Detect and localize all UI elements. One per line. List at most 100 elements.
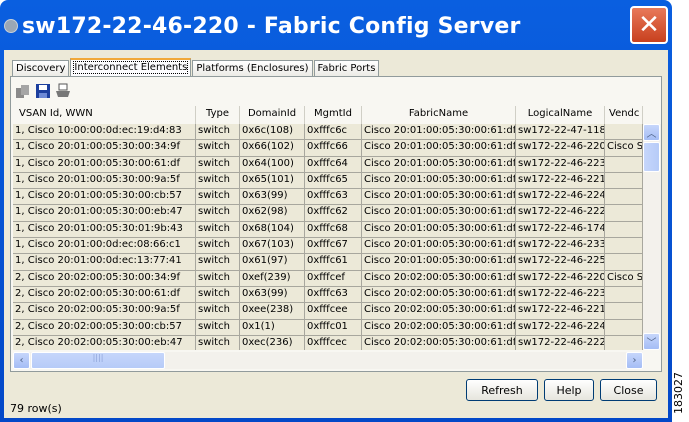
table-cell: 0xfffc63: [305, 286, 362, 303]
table-cell: switch: [196, 172, 240, 189]
dialog-window: sw172-22-46-220 - Fabric Config Server ✕…: [0, 0, 672, 422]
tab-panel: VSAN Id, WWN Type DomainId MgmtId FabricName…: [10, 76, 662, 372]
save-icon[interactable]: [35, 83, 51, 99]
table-cell: [605, 221, 643, 238]
table-cell: 2, Cisco 20:02:00:05:30:00:61:df: [13, 286, 196, 303]
table-cell: 0xef(239): [240, 270, 305, 286]
column-header[interactable]: MgmtId: [305, 106, 362, 124]
table-cell: [605, 286, 643, 303]
column-header[interactable]: LogicalName: [516, 106, 605, 124]
column-header[interactable]: Vendc: [605, 106, 643, 124]
table-row[interactable]: 1, Cisco 20:01:00:05:30:00:cb:57 switch 0x…: [13, 189, 643, 206]
table-row[interactable]: 2, Cisco 20:02:00:05:30:00:cb:57 switch 0x…: [13, 319, 643, 336]
table-cell: 1, Cisco 10:00:00:0d:ec:19:d4:83: [13, 124, 196, 140]
refresh-button[interactable]: Refresh: [466, 379, 538, 401]
table-cell: 0xfffc64: [305, 156, 362, 172]
table-row[interactable]: 1, Cisco 20:01:00:0d:ec:13:77:41 switch 0x…: [13, 254, 643, 271]
tab-platforms-enclosures[interactable]: Platforms (Enclosures): [192, 60, 313, 76]
toolbar: [15, 83, 71, 99]
table-cell: switch: [196, 270, 240, 286]
scroll-left-button[interactable]: ‹: [13, 352, 30, 369]
column-header[interactable]: FabricName: [362, 106, 516, 124]
table-cell: Cisco 20:01:00:05:30:00:61:df: [362, 254, 516, 270]
table-row[interactable]: 2, Cisco 20:02:00:05:30:00:34:9f switch 0x…: [13, 270, 643, 287]
table-cell: 1, Cisco 20:01:00:0d:ec:08:66:c1: [13, 238, 196, 254]
tab-discovery[interactable]: Discovery: [12, 60, 70, 76]
scroll-up-button[interactable]: ︿: [643, 124, 660, 141]
close-button[interactable]: Close: [600, 379, 657, 401]
help-button[interactable]: Help: [544, 379, 594, 401]
table-row[interactable]: 1, Cisco 20:01:00:05:30:00:34:9f switch 0x…: [13, 140, 643, 157]
horizontal-scrollbar[interactable]: ‹ |||| ›: [13, 352, 643, 369]
table-cell: 0xfffc61: [305, 254, 362, 270]
table-cell: sw172-22-46-222: [516, 205, 605, 221]
table-cell: 0x62(98): [240, 205, 305, 221]
table-cell: [605, 254, 643, 270]
table-row[interactable]: 1, Cisco 10:00:00:0d:ec:19:d4:83 switch 0x…: [13, 124, 643, 141]
interconnect-table: VSAN Id, WWN Type DomainId MgmtId FabricName…: [13, 106, 643, 350]
table-cell: 0x68(104): [240, 221, 305, 238]
table-row[interactable]: 2, Cisco 20:02:00:05:30:00:61:df switch 0x…: [13, 286, 643, 304]
window-close-button[interactable]: ✕: [630, 6, 668, 44]
tab-fabric-ports[interactable]: Fabric Ports: [313, 60, 380, 76]
table-row[interactable]: 1, Cisco 20:01:00:05:30:01:9b:43 switch 0x…: [13, 221, 643, 239]
tab-label: Interconnect Elements: [73, 61, 189, 74]
table-cell: 0xfffc63: [305, 189, 362, 205]
table-row[interactable]: 1, Cisco 20:01:00:05:30:00:61:df switch 0x…: [13, 156, 643, 173]
tab-label: Discovery: [16, 63, 66, 74]
tab-bar: Discovery Interconnect Elements Platforms …: [12, 58, 380, 76]
table-cell: switch: [196, 286, 240, 303]
table-row[interactable]: 1, Cisco 20:01:00:05:30:00:eb:47 switch 0x…: [13, 205, 643, 222]
table-cell: [605, 124, 643, 140]
table-cell: Cisco 20:02:00:05:30:00:61:df: [362, 319, 516, 335]
print-icon[interactable]: [55, 83, 71, 99]
column-header[interactable]: Type: [196, 106, 240, 124]
table-cell: Cisco 20:01:00:05:30:00:61:df: [362, 189, 516, 205]
table-cell: sw172-22-46-221: [516, 172, 605, 189]
table-cell: 0xfffc01: [305, 319, 362, 335]
table-cell: 1, Cisco 20:01:00:05:30:00:eb:47: [13, 205, 196, 221]
table-row[interactable]: 2, Cisco 20:02:00:05:30:00:eb:47 switch 0x…: [13, 335, 643, 350]
table-cell: 0x67(103): [240, 238, 305, 254]
scroll-right-button[interactable]: ›: [626, 352, 643, 369]
table-cell: switch: [196, 140, 240, 156]
table-cell: [605, 238, 643, 254]
table-row[interactable]: 1, Cisco 20:01:00:05:30:00:9a:5f switch 0x…: [13, 172, 643, 190]
table-cell: [605, 205, 643, 221]
table-cell: sw172-22-47-118: [516, 124, 605, 140]
tab-interconnect-elements[interactable]: Interconnect Elements: [70, 58, 192, 76]
table-cell: 0xfffc6c: [305, 124, 362, 140]
table-cell: switch: [196, 303, 240, 319]
table-row[interactable]: 1, Cisco 20:01:00:0d:ec:08:66:c1 switch 0x…: [13, 238, 643, 255]
table-cell: 0xec(236): [240, 335, 305, 350]
table-cell: switch: [196, 156, 240, 172]
table-cell: switch: [196, 189, 240, 205]
table-cell: Cisco 20:01:00:05:30:00:61:df: [362, 238, 516, 254]
table-cell: Cisco 20:01:00:05:30:00:61:df: [362, 156, 516, 172]
table-cell: Cisco 20:01:00:05:30:00:61:df: [362, 221, 516, 238]
vertical-scroll-thumb[interactable]: [643, 142, 660, 172]
export-icon[interactable]: [15, 83, 31, 99]
tab-label: Fabric Ports: [317, 63, 376, 74]
vertical-scrollbar[interactable]: ︿ ﹀: [643, 124, 661, 350]
table-cell: [605, 156, 643, 172]
client-area: Discovery Interconnect Elements Platforms …: [4, 50, 668, 418]
table-cell: switch: [196, 221, 240, 238]
window-title: sw172-22-46-220 - Fabric Config Server: [22, 13, 521, 39]
table-cell: 1, Cisco 20:01:00:05:30:00:9a:5f: [13, 172, 196, 189]
table-cell: switch: [196, 238, 240, 254]
table-cell: [605, 319, 643, 335]
table-cell: sw172-22-46-225: [516, 254, 605, 270]
table-cell: Cisco 20:02:00:05:30:00:61:df: [362, 286, 516, 303]
table-cell: sw172-22-46-220: [516, 270, 605, 286]
horizontal-scroll-thumb[interactable]: ||||: [31, 352, 165, 369]
table-cell: 0x64(100): [240, 156, 305, 172]
table-cell: [605, 303, 643, 319]
table-row[interactable]: 2, Cisco 20:02:00:05:30:00:9a:5f switch 0x…: [13, 303, 643, 320]
column-header[interactable]: VSAN Id, WWN: [13, 106, 196, 124]
table-cell: 0x6c(108): [240, 124, 305, 140]
scroll-down-button[interactable]: ﹀: [643, 333, 660, 350]
table-cell: 0xfffc68: [305, 221, 362, 238]
table-cell: sw172-22-46-220: [516, 140, 605, 156]
column-header[interactable]: DomainId: [240, 106, 305, 124]
